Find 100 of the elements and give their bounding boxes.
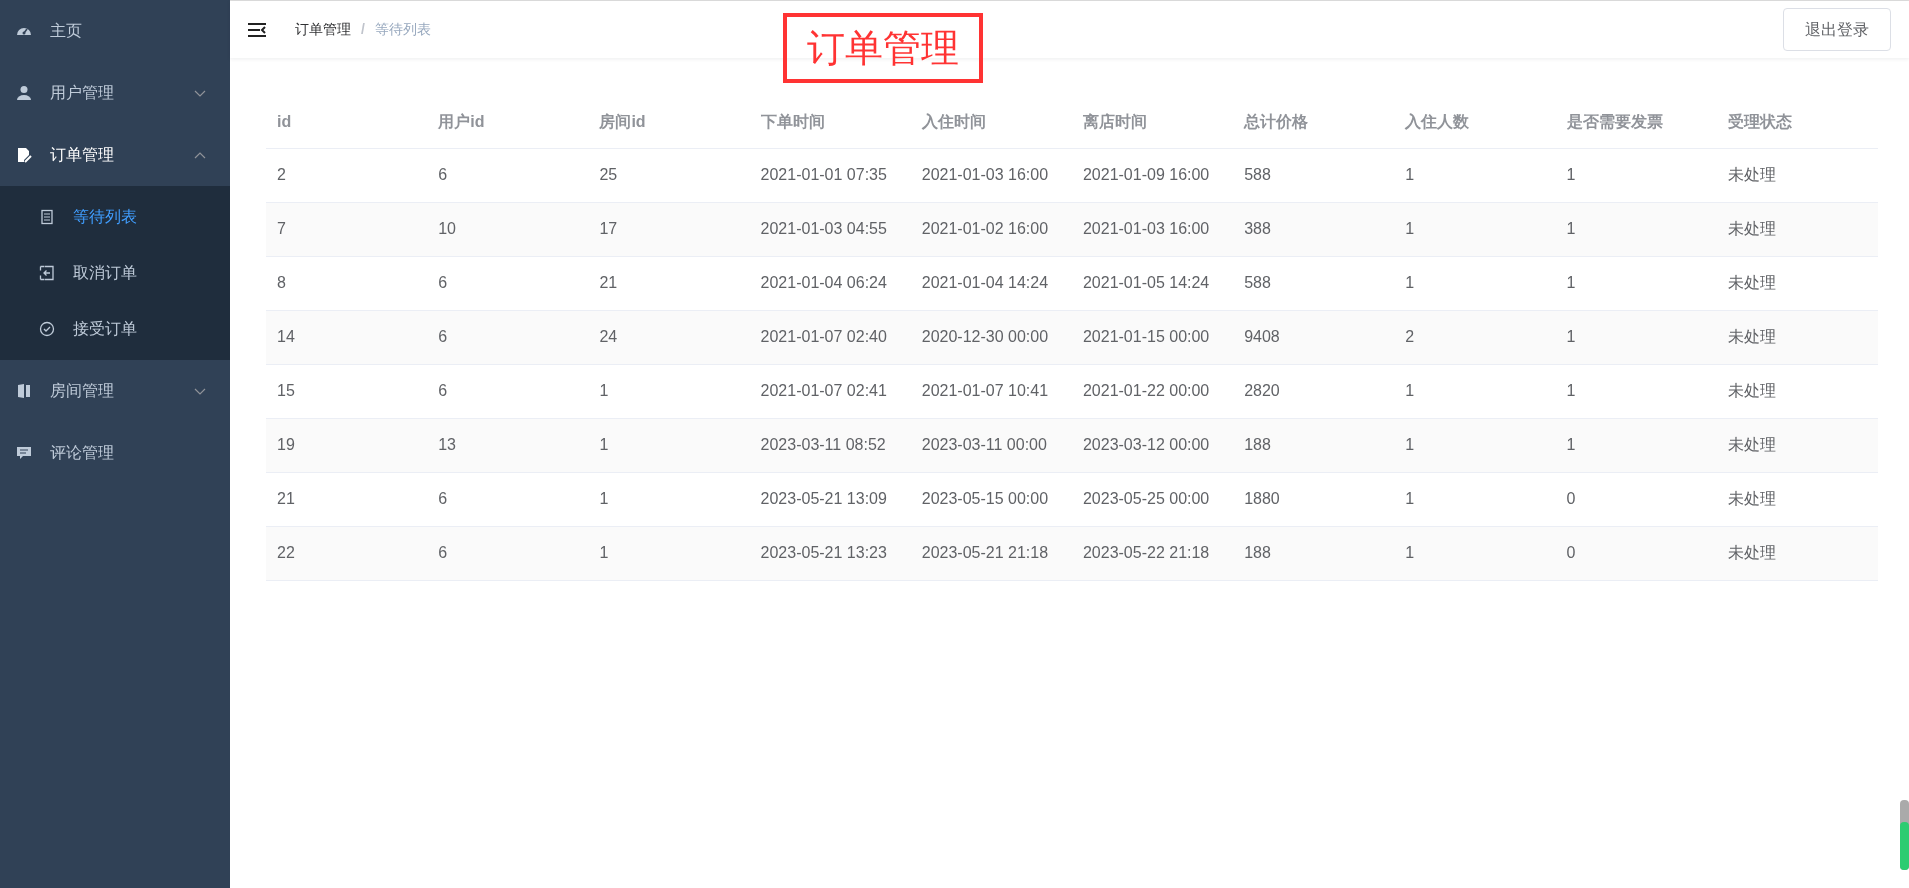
table-cell: 1 xyxy=(599,490,609,507)
chevron-down-icon xyxy=(194,387,206,395)
table-cell: 1 xyxy=(1566,166,1576,183)
table-cell: 10 xyxy=(438,220,456,237)
table-cell: 2021-01-04 14:24 xyxy=(921,274,1049,291)
column-header: 总计价格 xyxy=(1244,112,1309,130)
table-cell: 2023-05-21 13:23 xyxy=(760,544,887,561)
table-cell: 2021-01-01 07:35 xyxy=(760,166,887,183)
table-cell: 6 xyxy=(438,328,448,345)
table-cell: 6 xyxy=(438,490,448,507)
table-cell: 6 xyxy=(438,544,448,561)
table-cell: 1 xyxy=(1405,166,1415,183)
sidebar-item[interactable]: 订单管理 xyxy=(0,124,230,186)
table-cell: 0 xyxy=(1566,544,1576,561)
table-cell: 2021-01-03 04:55 xyxy=(760,220,887,237)
table-cell: 0 xyxy=(1566,490,1576,507)
table-cell: 2023-05-22 21:18 xyxy=(1082,544,1210,561)
table-cell: 588 xyxy=(1244,166,1271,183)
table-cell: 2021-01-04 06:24 xyxy=(760,274,887,291)
submenu-item[interactable]: 接受订单 xyxy=(0,301,230,357)
menu-toggle-icon[interactable] xyxy=(248,21,266,38)
column-header: 离店时间 xyxy=(1082,112,1147,130)
breadcrumb-separator: / xyxy=(361,20,365,39)
logout-button[interactable]: 退出登录 xyxy=(1783,8,1891,51)
table-cell: 2023-05-21 21:18 xyxy=(921,544,1049,561)
table-cell: 2020-12-30 00:00 xyxy=(921,328,1049,345)
table-cell: 2021-01-03 16:00 xyxy=(921,166,1049,183)
table-cell: 2021-01-05 14:24 xyxy=(1082,274,1210,291)
table-cell: 6 xyxy=(438,166,448,183)
submenu-item[interactable]: 等待列表 xyxy=(0,189,230,245)
table-cell: 17 xyxy=(599,220,618,237)
table-cell: 未处理 xyxy=(1727,328,1776,345)
table-cell: 未处理 xyxy=(1727,544,1776,561)
table-cell: 6 xyxy=(438,274,448,291)
table-cell: 1 xyxy=(599,544,609,561)
table-cell: 1 xyxy=(599,436,609,453)
document-edit-icon xyxy=(16,147,32,163)
table-cell: 2023-03-12 00:00 xyxy=(1082,436,1210,453)
table-cell: 2023-05-15 00:00 xyxy=(921,490,1049,507)
table-cell: 2 xyxy=(1405,328,1415,345)
table-cell: 13 xyxy=(438,436,456,453)
table-cell: 1880 xyxy=(1244,490,1280,507)
table-cell: 1 xyxy=(1405,436,1415,453)
table-cell: 1 xyxy=(1566,436,1576,453)
table-cell: 1 xyxy=(1566,382,1576,399)
table-cell: 未处理 xyxy=(1727,382,1776,399)
table-cell: 2 xyxy=(277,166,286,183)
table-cell: 188 xyxy=(1244,436,1271,453)
table-cell: 未处理 xyxy=(1727,436,1776,453)
sidebar-item[interactable]: 用户管理 xyxy=(0,62,230,124)
table-cell: 188 xyxy=(1244,544,1271,561)
sidebar-item[interactable]: 评论管理 xyxy=(0,422,230,484)
table-cell: 2023-05-21 13:09 xyxy=(760,490,887,507)
scroll-indicator-drawing xyxy=(1900,800,1909,870)
table-cell: 2021-01-22 00:00 xyxy=(1082,382,1210,399)
column-header: 入住人数 xyxy=(1405,112,1470,130)
sidebar-item[interactable]: 主页 xyxy=(0,0,230,62)
table-cell: 未处理 xyxy=(1727,220,1776,237)
table-cell: 2021-01-15 00:00 xyxy=(1082,328,1210,345)
table-cell: 2023-05-25 00:00 xyxy=(1082,490,1210,507)
table-cell: 1 xyxy=(1405,544,1415,561)
breadcrumb-item: 等待列表 xyxy=(374,20,431,39)
column-header: 用户id xyxy=(438,112,485,130)
table-cell: 588 xyxy=(1244,274,1271,291)
exit-icon xyxy=(39,265,55,281)
annotation-label: 订单管理 xyxy=(783,13,983,83)
table-cell: 21 xyxy=(599,274,618,291)
chevron-up-icon xyxy=(194,151,206,159)
table-cell: 25 xyxy=(599,166,618,183)
table-cell: 15 xyxy=(277,382,295,399)
table-cell: 19 xyxy=(277,436,295,453)
check-circle-icon xyxy=(39,321,55,337)
table-cell: 2021-01-03 16:00 xyxy=(1082,220,1210,237)
column-header: id xyxy=(277,112,292,130)
table-cell: 1 xyxy=(1405,490,1415,507)
sidebar-item[interactable]: 房间管理 xyxy=(0,360,230,422)
table-cell: 21 xyxy=(277,490,295,507)
column-header: 是否需要发票 xyxy=(1566,112,1663,130)
table-cell: 2021-01-07 02:41 xyxy=(760,382,887,399)
document-icon xyxy=(39,209,55,225)
submenu-item[interactable]: 取消订单 xyxy=(0,245,230,301)
table-cell: 未处理 xyxy=(1727,166,1776,183)
table-cell: 1 xyxy=(1566,274,1576,291)
table-cell: 2021-01-07 10:41 xyxy=(921,382,1049,399)
table-cell: 8 xyxy=(277,274,286,291)
table-cell: 2820 xyxy=(1244,382,1280,399)
breadcrumb-item[interactable]: 订单管理 xyxy=(295,19,351,40)
table-cell: 2021-01-07 02:40 xyxy=(760,328,887,345)
column-header: 房间id xyxy=(599,112,646,130)
table-cell: 6 xyxy=(438,382,448,399)
table-cell: 22 xyxy=(277,544,295,561)
column-header: 入住时间 xyxy=(921,112,986,130)
chevron-down-icon xyxy=(194,89,206,97)
door-icon xyxy=(16,383,32,399)
table-cell: 2021-01-02 16:00 xyxy=(921,220,1049,237)
table-cell: 1 xyxy=(1405,220,1415,237)
table-cell: 24 xyxy=(599,328,618,345)
table-cell: 1 xyxy=(1405,274,1415,291)
table-cell: 1 xyxy=(1566,220,1576,237)
user-icon xyxy=(16,85,32,101)
